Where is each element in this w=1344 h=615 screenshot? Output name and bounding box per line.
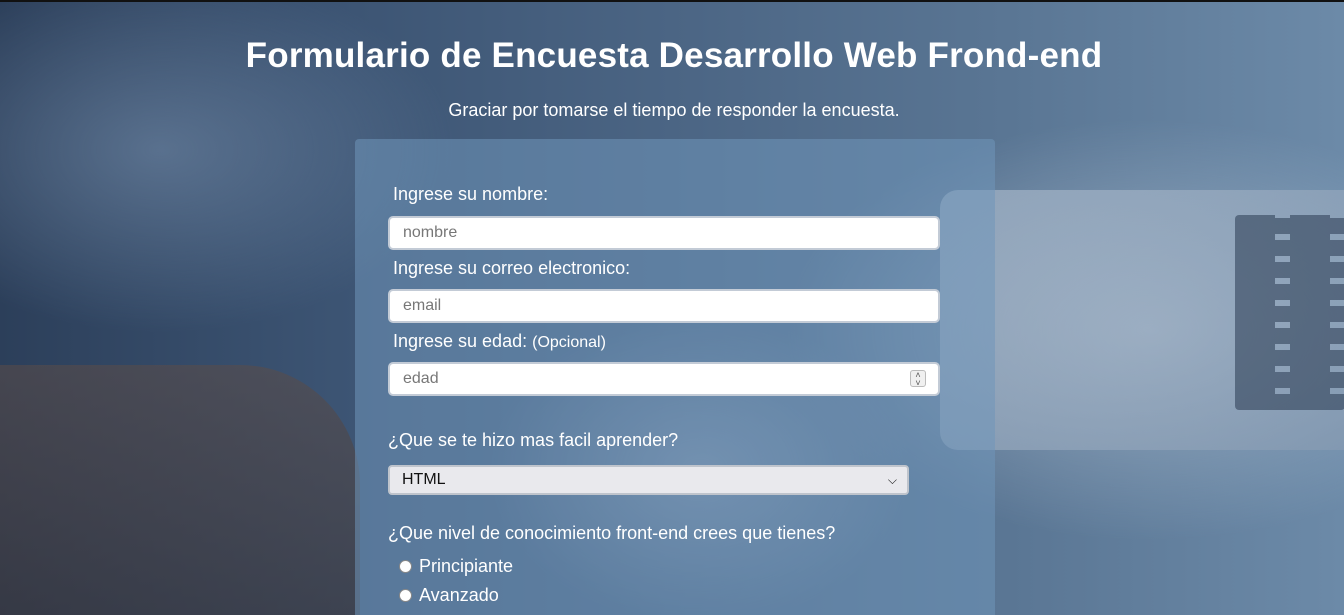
email-input[interactable] [388,289,940,323]
page-title: Formulario de Encuesta Desarrollo Web Fr… [245,36,1103,75]
radio-option-principiante[interactable]: Principiante [399,556,513,577]
radio-unchecked-icon[interactable] [399,589,412,602]
name-input[interactable] [388,216,940,250]
radio-option-avanzado[interactable]: Avanzado [399,585,499,606]
page-description: Graciar por tomarse el tiempo de respond… [448,100,900,120]
easiest-question: ¿Que se te hizo mas facil aprender? [388,430,679,450]
background-arm [0,365,360,615]
name-label: Ingrese su nombre: [393,184,549,204]
age-input[interactable] [388,362,940,396]
age-label: Ingrese su edad: (Opcional) [393,331,606,352]
radio-label: Principiante [419,556,514,576]
number-spinner-icon[interactable]: ˄ ˅ [910,370,926,388]
survey-form: Ingrese su nombre: Ingrese su correo ele… [355,139,995,615]
radio-unchecked-icon[interactable] [399,560,412,573]
radio-label: Avanzado [419,585,499,605]
easiest-dropdown[interactable]: HTML ⌵ [388,465,909,495]
chevron-down-icon: ⌵ [887,473,897,487]
top-border [0,0,1344,2]
level-question: ¿Que nivel de conocimiento front-end cre… [388,523,836,543]
easiest-dropdown-value: HTML [402,471,446,488]
age-optional-note: (Opcional) [532,334,606,351]
age-label-text: Ingrese su edad: [393,331,528,351]
email-label: Ingrese su correo electronico: [393,258,631,278]
age-field-wrapper: ˄˅ [388,362,940,396]
background-keyboard [1235,215,1344,410]
